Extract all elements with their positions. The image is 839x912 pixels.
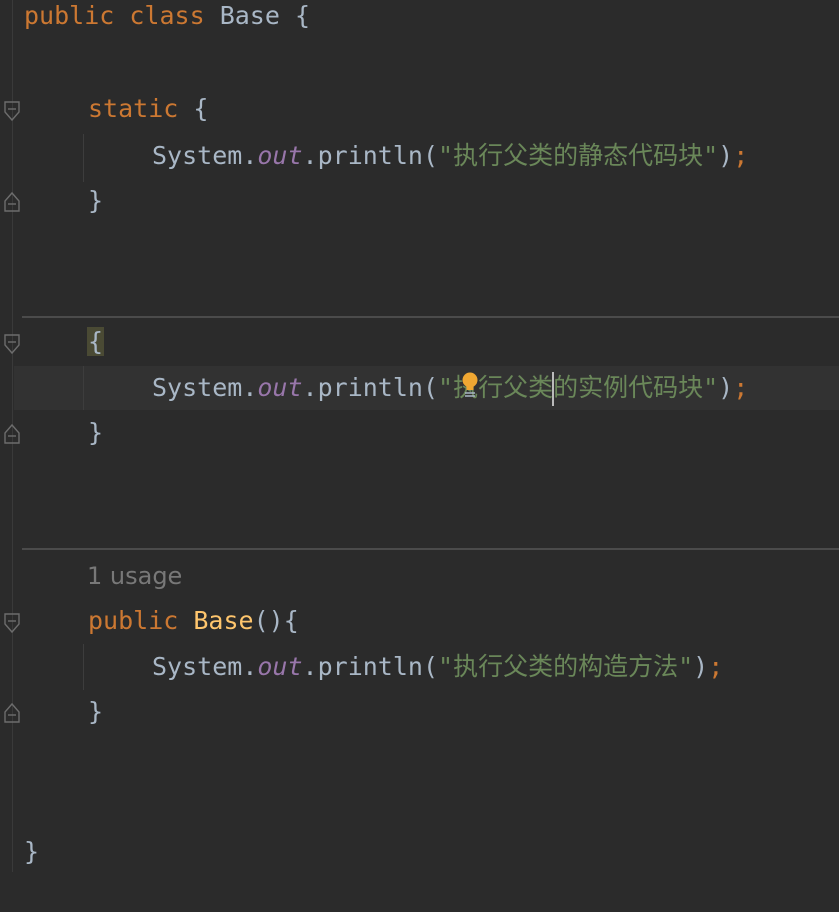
close-paren: ): [693, 652, 709, 681]
close-paren: ): [718, 373, 734, 402]
open-brace: {: [283, 606, 299, 635]
parens: (): [253, 606, 284, 635]
dot: .: [302, 373, 318, 402]
close-brace: }: [88, 186, 104, 215]
code-line-static-decl[interactable]: static {: [0, 89, 839, 129]
code-line-class-close[interactable]: }: [0, 832, 839, 872]
class-name: Base: [219, 1, 280, 30]
dot: .: [302, 652, 318, 681]
code-line-ctor-print[interactable]: System.out.println("执行父类的构造方法");: [0, 647, 839, 687]
semicolon: ;: [708, 652, 724, 681]
string-literal: "执行父类的静态代码块": [438, 141, 719, 170]
close-paren: ): [718, 141, 734, 170]
member-separator: [22, 316, 839, 318]
open-paren: (: [422, 373, 439, 402]
close-brace: }: [24, 837, 40, 866]
code-line-ctor-decl[interactable]: public Base(){: [0, 601, 839, 641]
code-line-instance-close[interactable]: }: [0, 413, 839, 453]
usage-hint[interactable]: 1 usage: [87, 560, 182, 592]
dot: .: [302, 141, 318, 170]
open-brace: {: [193, 94, 209, 123]
code-line-instance-open[interactable]: {: [0, 322, 839, 362]
out-field: out: [257, 652, 303, 681]
matched-brace: {: [87, 327, 105, 356]
close-brace: }: [88, 697, 104, 726]
keyword-public: public: [24, 1, 115, 30]
println-method: println: [317, 373, 423, 402]
system-class: System: [152, 373, 243, 402]
println-method: println: [317, 141, 423, 170]
string-quote: ": [703, 373, 719, 402]
member-separator: [22, 548, 839, 550]
dot: .: [242, 652, 258, 681]
dot: .: [242, 373, 258, 402]
string-literal: "执行父类的构造方法": [438, 652, 694, 681]
code-line-static-close[interactable]: }: [0, 181, 839, 221]
keyword-class: class: [129, 1, 205, 30]
out-field: out: [257, 141, 303, 170]
semicolon: ;: [733, 373, 749, 402]
open-paren: (: [422, 652, 439, 681]
keyword-static: static: [88, 94, 179, 123]
keyword-public: public: [88, 606, 179, 635]
code-line-class-decl[interactable]: public class Base {: [0, 0, 839, 36]
code-line-instance-print[interactable]: System.out.println("执行父类的实例代码块");: [0, 368, 839, 408]
open-brace: {: [294, 1, 311, 30]
system-class: System: [152, 141, 243, 170]
semicolon: ;: [733, 141, 749, 170]
constructor-name: Base: [193, 606, 254, 635]
dot: .: [242, 141, 258, 170]
code-line-static-print[interactable]: System.out.println("执行父类的静态代码块");: [0, 136, 839, 176]
open-paren: (: [422, 141, 439, 170]
close-brace: }: [88, 418, 104, 447]
lightbulb-icon[interactable]: [460, 371, 480, 399]
string-quote: ": [438, 373, 454, 402]
code-line-ctor-close[interactable]: }: [0, 692, 839, 732]
println-method: println: [317, 652, 423, 681]
text-caret: [552, 372, 554, 406]
system-class: System: [152, 652, 243, 681]
out-field: out: [257, 373, 303, 402]
string-literal: 执行父类的实例代码块: [453, 373, 704, 402]
